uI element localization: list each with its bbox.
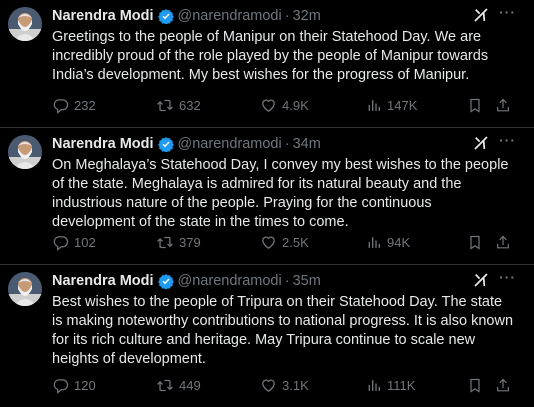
bookmark-button[interactable] [467,234,488,251]
retweet-button[interactable]: 449 [156,377,201,394]
retweet-icon [157,236,173,248]
tweet-actions: 120 449 3.1K 111K [52,375,522,395]
grok-icon[interactable] [472,134,490,152]
views-count: 147K [387,97,418,113]
tweet-text: Greetings to the people of Manipur on th… [52,29,489,83]
like-count: 3.1K [282,377,309,393]
tweet-text: Best wishes to the people of Tripura on … [52,294,514,367]
share-icon [497,98,509,111]
reply-icon [53,378,69,394]
share-icon [497,378,509,391]
tweet-text: On Meghalaya’s Statehood Day, I convey m… [52,157,509,230]
separator-dot: · [284,136,290,152]
bookmark-icon [470,378,480,393]
like-count: 2.5K [282,234,309,250]
reply-count: 102 [74,234,96,250]
retweet-button[interactable]: 379 [156,234,201,251]
more-icon[interactable]: ··· [499,132,516,148]
tweet-header: Narendra Modi @narendramodi · 32m [52,6,522,26]
like-icon [262,379,275,392]
author-handle[interactable]: @narendramodi [178,8,282,24]
tweet[interactable]: Narendra Modi @narendramodi · 35m ··· Be… [0,265,534,407]
reply-count: 232 [74,97,96,113]
author-name[interactable]: Narendra Modi [52,273,154,289]
author-handle[interactable]: @narendramodi [178,273,282,289]
like-icon [262,99,275,112]
avatar[interactable] [8,135,42,169]
reply-button[interactable]: 102 [52,234,96,251]
reply-icon [53,235,69,251]
views-icon [368,99,380,111]
views-count: 111K [387,377,416,393]
author-name[interactable]: Narendra Modi [52,8,154,24]
retweet-button[interactable]: 632 [156,97,201,114]
like-button[interactable]: 4.9K [260,97,309,114]
tweet-actions: 102 379 2.5K 94K [52,232,522,252]
more-icon[interactable]: ··· [499,4,516,20]
reply-button[interactable]: 232 [52,97,96,114]
retweet-count: 632 [179,97,201,113]
tweet-header: Narendra Modi @narendramodi · 34m [52,134,522,154]
verified-badge-icon [157,136,174,152]
retweet-icon [157,99,173,111]
bookmark-button[interactable] [467,377,488,394]
reply-button[interactable]: 120 [52,377,96,394]
retweet-count: 379 [179,234,201,250]
author-handle[interactable]: @narendramodi [178,136,282,152]
share-icon [497,235,509,248]
views-icon [368,379,380,391]
separator-dot: · [284,273,290,289]
views-icon [368,236,380,248]
like-button[interactable]: 3.1K [260,377,309,394]
share-button[interactable] [495,97,516,114]
avatar[interactable] [8,7,42,41]
separator-dot: · [284,8,290,24]
grok-icon[interactable] [472,271,490,289]
timestamp[interactable]: 32m [293,8,321,24]
tweet-header: Narendra Modi @narendramodi · 35m [52,271,522,291]
avatar[interactable] [8,272,42,306]
author-name[interactable]: Narendra Modi [52,136,154,152]
bookmark-icon [470,98,480,113]
like-button[interactable]: 2.5K [260,234,309,251]
bookmark-button[interactable] [467,97,488,114]
views-button[interactable]: 147K [366,97,417,114]
views-button[interactable]: 94K [366,234,410,251]
verified-badge-icon [157,273,174,289]
timestamp[interactable]: 34m [293,136,321,152]
verified-badge-icon [157,8,174,24]
timestamp[interactable]: 35m [293,273,321,289]
tweet[interactable]: Narendra Modi @narendramodi · 34m ··· On… [0,128,534,265]
reply-count: 120 [74,377,96,393]
timeline: Narendra Modi @narendramodi · 32m ··· Gr… [0,0,534,407]
like-icon [262,236,275,249]
retweet-icon [157,379,173,391]
views-count: 94K [387,234,411,250]
share-button[interactable] [495,234,516,251]
grok-icon[interactable] [472,6,490,24]
like-count: 4.9K [282,97,309,113]
share-button[interactable] [495,377,516,394]
more-icon[interactable]: ··· [499,269,516,285]
bookmark-icon [470,235,480,250]
tweet[interactable]: Narendra Modi @narendramodi · 32m ··· Gr… [0,0,534,128]
retweet-count: 449 [179,377,201,393]
views-button[interactable]: 111K [366,377,415,394]
reply-icon [53,98,69,114]
tweet-actions: 232 632 4.9K 147K [52,95,522,115]
